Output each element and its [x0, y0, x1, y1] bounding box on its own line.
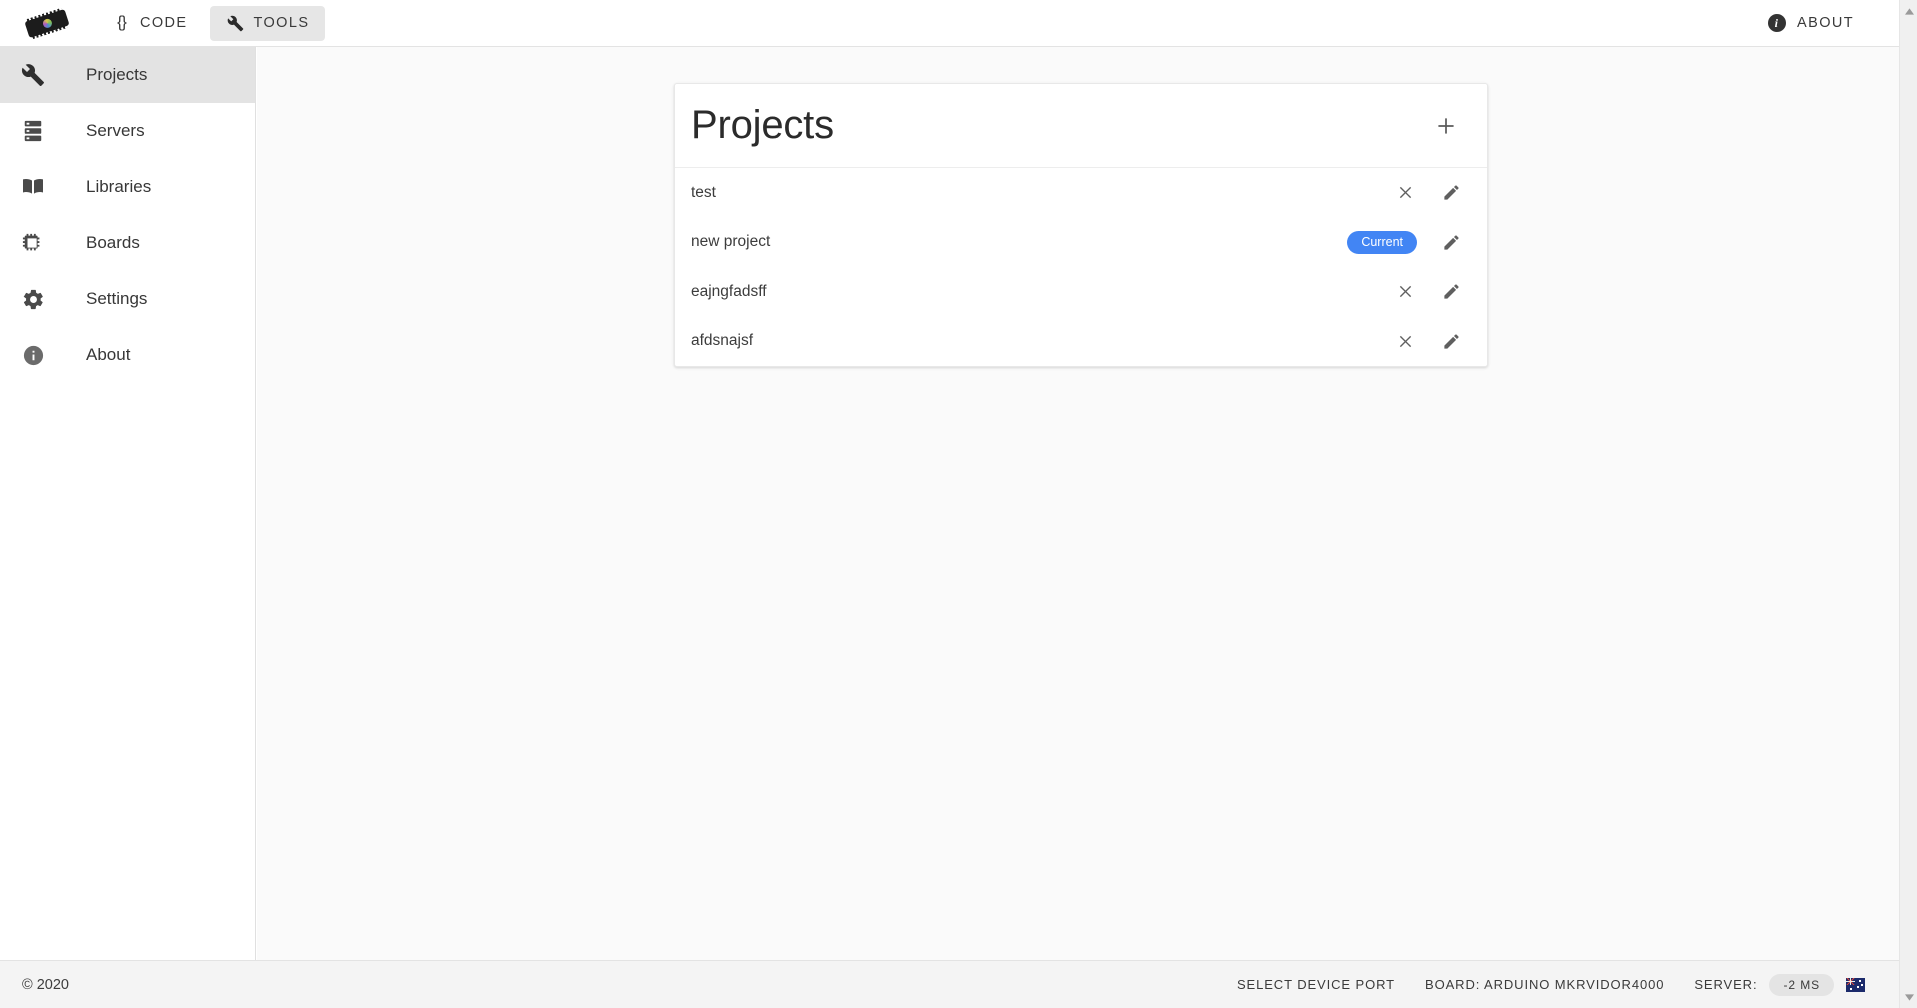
info-icon: i	[1768, 14, 1787, 32]
sidebar-item-settings[interactable]: Settings	[0, 271, 255, 327]
sidebar: Projects Servers Libraries Boards Settin…	[0, 47, 256, 960]
wrench-icon	[10, 63, 56, 87]
tab-tools[interactable]: TOOLS	[209, 5, 326, 41]
tab-tools-label: TOOLS	[253, 15, 310, 31]
copyright-label: © 2020	[22, 976, 69, 993]
chip-icon	[10, 232, 56, 254]
flag-star	[1857, 985, 1859, 988]
app-window: {} CODE TOOLS i ABOUT Projects Servers L…	[0, 0, 1917, 1008]
braces-icon: {}	[117, 14, 127, 31]
sidebar-item-label: About	[86, 345, 131, 364]
projects-card-header: Projects	[675, 84, 1487, 168]
project-name: afdsnajsf	[691, 332, 754, 350]
about-top-button[interactable]: i ABOUT	[1768, 14, 1854, 32]
pencil-icon[interactable]	[1439, 230, 1463, 254]
sidebar-item-label: Projects	[86, 65, 148, 84]
row-actions	[1393, 329, 1463, 353]
app-logo	[24, 5, 70, 41]
add-project-button[interactable]	[1429, 109, 1463, 143]
info-icon	[10, 344, 56, 367]
project-name: eajngfadsff	[691, 282, 767, 300]
flag-star	[1861, 983, 1863, 986]
board-label[interactable]: BOARD: ARDUINO MKRVIDOR4000	[1425, 977, 1664, 992]
australia-flag-icon	[1846, 977, 1865, 992]
status-bar-right: SELECT DEVICE PORT BOARD: ARDUINO MKRVID…	[1237, 973, 1865, 996]
row-actions	[1393, 280, 1463, 304]
pencil-icon[interactable]	[1439, 181, 1463, 205]
logo-dot	[41, 17, 54, 29]
status-bar: © 2020 SELECT DEVICE PORT BOARD: ARDUINO…	[0, 960, 1899, 1008]
sidebar-item-label: Libraries	[86, 177, 152, 196]
pencil-icon[interactable]	[1439, 280, 1463, 304]
status-badge[interactable]: Current	[1347, 231, 1417, 254]
row-actions	[1393, 181, 1463, 205]
top-bar: {} CODE TOOLS i ABOUT	[0, 0, 1899, 47]
arduino-chip-logo-icon	[25, 9, 69, 37]
table-row[interactable]: test	[675, 168, 1487, 218]
close-icon[interactable]	[1393, 280, 1417, 304]
project-name: new project	[691, 233, 771, 251]
sidebar-item-boards[interactable]: Boards	[0, 215, 255, 271]
sidebar-item-label: Settings	[86, 289, 148, 308]
flag-star	[1859, 979, 1861, 982]
book-icon	[10, 175, 56, 199]
server-status: SERVER: -2 MS	[1694, 973, 1865, 996]
server-icon	[10, 120, 56, 142]
table-row[interactable]: afdsnajsf	[675, 317, 1487, 367]
main-content: Projects test new project Current eajngf…	[257, 47, 1899, 960]
scroll-down-icon[interactable]	[1900, 988, 1917, 1006]
pencil-icon[interactable]	[1439, 329, 1463, 353]
close-icon[interactable]	[1393, 329, 1417, 353]
flag-star	[1850, 987, 1852, 990]
vertical-scrollbar[interactable]	[1899, 0, 1917, 1008]
latency-badge: -2 MS	[1769, 973, 1834, 996]
sidebar-item-label: Servers	[86, 121, 145, 140]
sidebar-item-about[interactable]: About	[0, 327, 255, 383]
page-title: Projects	[691, 103, 834, 147]
tab-code-label: CODE	[140, 15, 188, 31]
wrench-icon	[226, 14, 245, 33]
sidebar-item-projects[interactable]: Projects	[0, 47, 255, 103]
tab-code[interactable]: {} CODE	[96, 6, 204, 41]
top-tabs: {} CODE TOOLS	[96, 5, 326, 41]
flag-union-jack	[1846, 977, 1855, 985]
projects-card: Projects test new project Current eajngf…	[674, 83, 1488, 367]
sidebar-item-servers[interactable]: Servers	[0, 103, 255, 159]
row-actions: Current	[1347, 230, 1463, 254]
scroll-up-icon[interactable]	[1900, 2, 1917, 20]
gear-icon	[10, 288, 56, 311]
server-label: SERVER:	[1694, 977, 1758, 992]
close-icon[interactable]	[1393, 181, 1417, 205]
sidebar-item-libraries[interactable]: Libraries	[0, 159, 255, 215]
about-top-label: ABOUT	[1797, 15, 1854, 31]
select-device-port-button[interactable]: SELECT DEVICE PORT	[1237, 977, 1395, 992]
table-row[interactable]: new project Current	[675, 218, 1487, 268]
project-name: test	[691, 183, 716, 201]
sidebar-item-label: Boards	[86, 233, 140, 252]
table-row[interactable]: eajngfadsff	[675, 267, 1487, 317]
